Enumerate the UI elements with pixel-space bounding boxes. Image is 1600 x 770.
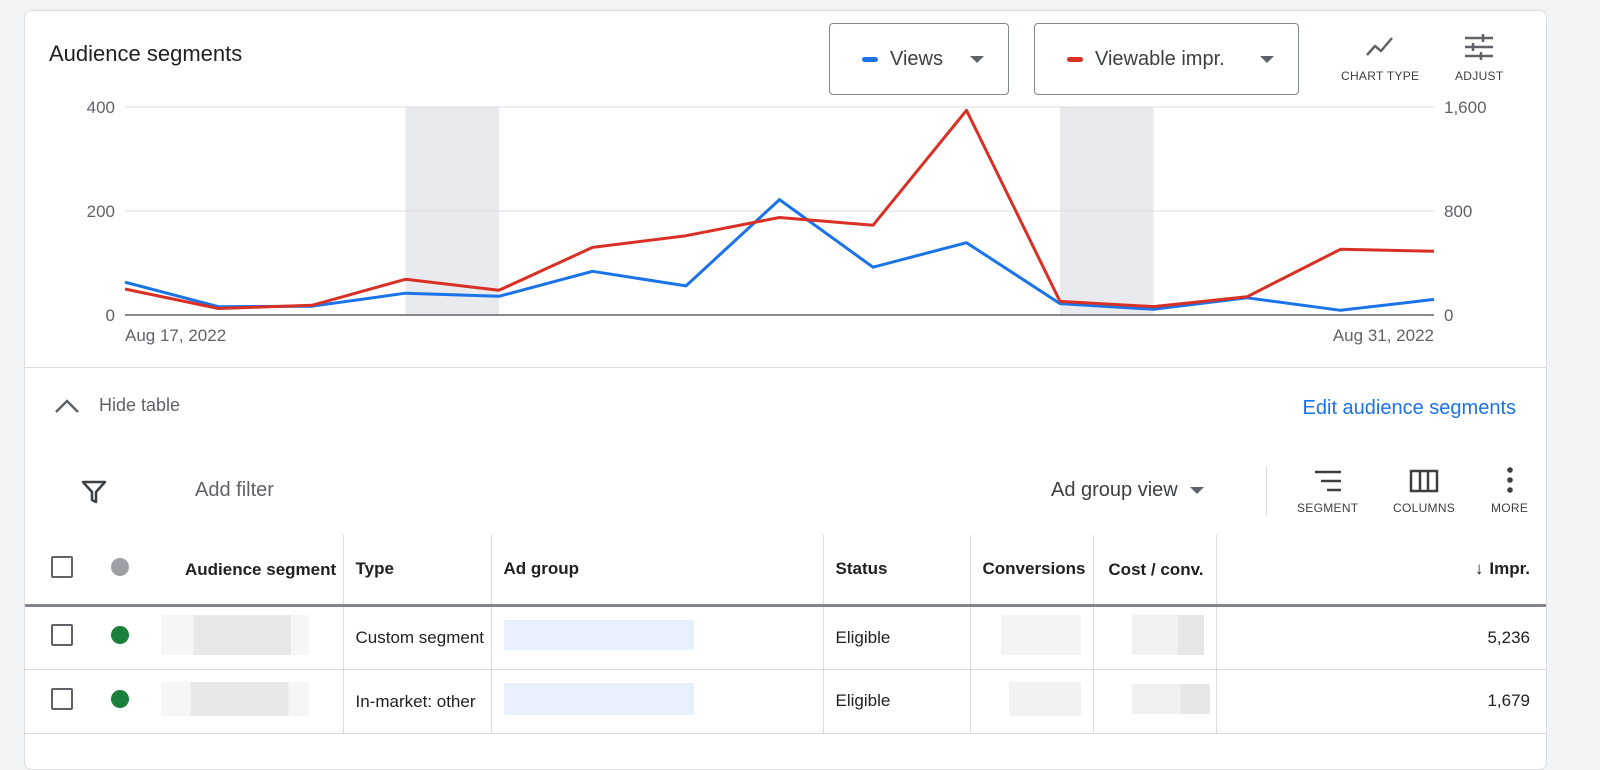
chevron-down-icon: [1189, 487, 1204, 494]
y-tick-label-left: 200: [87, 202, 115, 221]
audience-segments-table: Audience segment Type Ad group Status Co…: [25, 535, 1546, 734]
segment-button[interactable]: SEGMENT: [1297, 469, 1358, 515]
ad-group-cell: [491, 605, 824, 670]
y-tick-label-left: 0: [106, 306, 115, 325]
y-tick-label-right: 800: [1444, 202, 1472, 221]
audience-segments-card: Audience segments Views Viewable impr. C…: [24, 10, 1547, 770]
select-all-checkbox[interactable]: [51, 555, 73, 578]
row-select-cell: [25, 605, 99, 670]
status-header[interactable]: Status: [823, 535, 971, 607]
y-tick-label-right: 1,600: [1444, 98, 1487, 117]
table-header-row: Audience segment Type Ad group Status Co…: [25, 535, 1546, 607]
table-row[interactable]: Custom segment Eligible 5,236: [25, 605, 1546, 670]
x-tick-label: Aug 17, 2022: [125, 326, 226, 345]
series-line-viewable-impr: [124, 108, 1435, 310]
status-filter-dot[interactable]: [111, 557, 129, 576]
columns-icon: [1409, 469, 1439, 493]
segment-label: SEGMENT: [1297, 501, 1359, 515]
segment-icon: [1314, 470, 1341, 492]
audience-segment-header[interactable]: Audience segment: [149, 535, 344, 607]
impr-header[interactable]: ↓ Impr.: [1216, 535, 1546, 607]
redacted-segment-name: [161, 615, 309, 655]
add-filter-button[interactable]: Add filter: [195, 479, 274, 502]
impr-header-label: Impr.: [1489, 559, 1530, 579]
row-status-dot-cell: [99, 669, 149, 734]
x-tick-label: Aug 31, 2022: [1333, 326, 1434, 345]
redacted-ad-group-link[interactable]: [503, 682, 694, 715]
more-vert-icon: [1506, 467, 1513, 493]
redacted-conversions: [1008, 681, 1081, 716]
type-cell: In-market: other: [343, 669, 492, 734]
toolbar-separator: [1266, 466, 1267, 516]
columns-label: COLUMNS: [1393, 501, 1456, 515]
cost-per-conv-cell: [1093, 605, 1217, 670]
redacted-ad-group-link[interactable]: [503, 620, 694, 650]
cost-per-conv-cell: [1093, 669, 1217, 734]
conversions-cell: [970, 669, 1094, 734]
ad-group-header[interactable]: Ad group: [491, 535, 824, 607]
more-button[interactable]: MORE: [1491, 467, 1528, 515]
y-tick-label-right: 0: [1444, 306, 1453, 325]
hide-table-toggle[interactable]: Hide table: [53, 395, 180, 416]
conversions-cell: [970, 605, 1094, 670]
type-header[interactable]: Type: [343, 535, 492, 607]
status-cell: Eligible: [823, 605, 971, 670]
status-dot-header: [99, 535, 149, 607]
arrow-down-icon: ↓: [1474, 559, 1484, 579]
status-dot: [111, 689, 129, 708]
edit-audience-segments-link[interactable]: Edit audience segments: [1303, 397, 1516, 420]
view-select-label: Ad group view: [1051, 479, 1178, 501]
y-tick-label-left: 400: [87, 98, 115, 117]
ad-group-cell: [491, 669, 824, 734]
filter-icon[interactable]: [81, 479, 107, 510]
columns-button[interactable]: COLUMNS: [1393, 469, 1455, 515]
impr-cell: 1,679: [1216, 669, 1546, 734]
table-row[interactable]: In-market: other Eligible 1,679: [25, 669, 1546, 734]
performance-line-chart: 0 200 400 0 800 1,600 Aug 17, 2022 Aug 31, 2022: [87, 98, 1487, 345]
impr-cell: 5,236: [1216, 605, 1546, 670]
cost-per-conv-header[interactable]: Cost / conv.: [1093, 535, 1217, 607]
row-status-dot-cell: [99, 605, 149, 670]
chart-table-divider: [25, 367, 1546, 368]
redacted-cost-per-conv: [1131, 615, 1204, 655]
chevron-up-icon: [55, 398, 79, 413]
row-checkbox[interactable]: [51, 624, 73, 646]
audience-segment-cell: [149, 605, 344, 670]
redacted-conversions: [1000, 615, 1081, 655]
row-select-cell: [25, 669, 99, 734]
more-label: MORE: [1491, 501, 1529, 515]
status-dot: [111, 626, 129, 644]
hide-table-label: Hide table: [99, 395, 181, 415]
select-all-cell: [25, 535, 99, 607]
redacted-segment-name: [161, 681, 309, 716]
row-checkbox[interactable]: [51, 687, 73, 710]
audience-segment-cell: [149, 669, 344, 734]
conversions-header[interactable]: Conversions: [970, 535, 1094, 607]
redacted-cost-per-conv: [1131, 683, 1210, 714]
status-cell: Eligible: [823, 669, 971, 734]
ad-group-view-select[interactable]: Ad group view: [1051, 479, 1204, 502]
type-cell: Custom segment: [343, 605, 492, 670]
